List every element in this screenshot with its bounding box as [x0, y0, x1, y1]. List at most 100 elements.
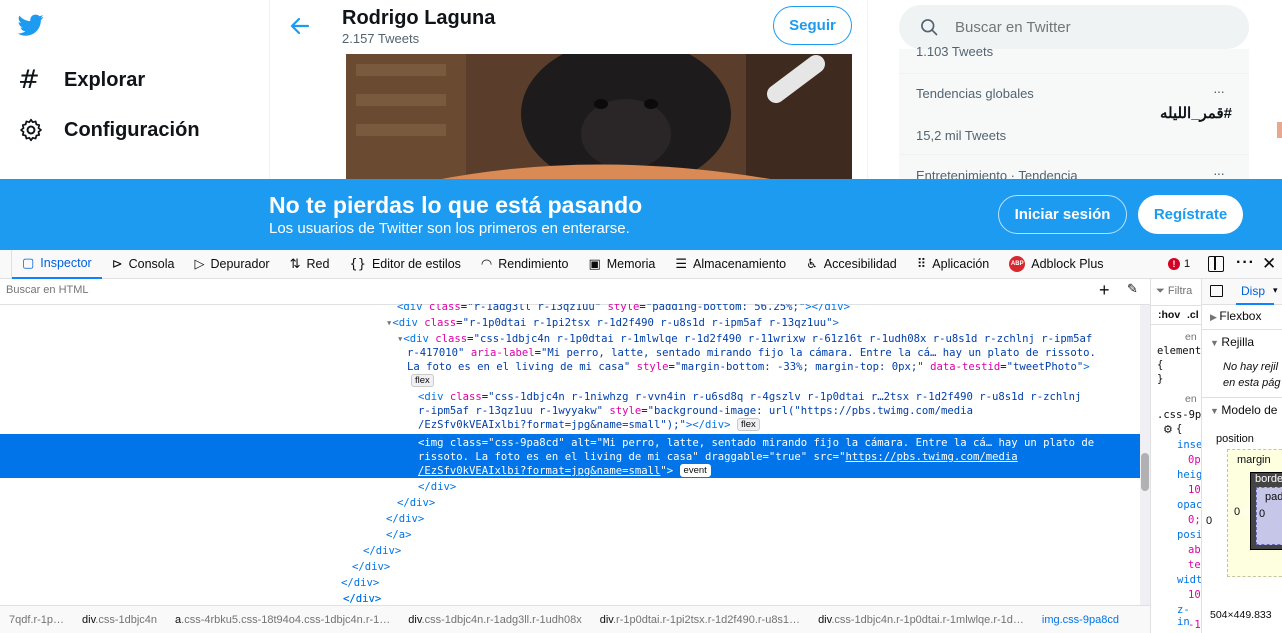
- cls-toggle[interactable]: .cl: [1187, 309, 1199, 321]
- box-position-left-value[interactable]: 0: [1206, 515, 1212, 527]
- tab-accessibility[interactable]: ♿ Accesibilidad: [796, 250, 907, 279]
- rule-settings-icon[interactable]: ⚙: [1163, 423, 1173, 436]
- box-padding-left-value[interactable]: 0: [1259, 508, 1265, 520]
- flex-badge[interactable]: flex: [736, 418, 760, 431]
- column-divider: [867, 0, 868, 180]
- scrollbar-thumb[interactable]: [1277, 122, 1282, 138]
- rule-prop[interactable]: inse: [1177, 439, 1201, 451]
- trend-name: #قمر_الليله: [1159, 105, 1232, 122]
- event-badge[interactable]: event: [679, 464, 711, 477]
- dock-icon[interactable]: [1208, 256, 1224, 272]
- tab-performance[interactable]: ◠ Rendimiento: [471, 250, 579, 279]
- nav-settings[interactable]: Configuración: [18, 116, 200, 144]
- breadcrumb-item[interactable]: 7qdf.r-1p…: [0, 614, 73, 626]
- breadcrumb-item[interactable]: div.css-1dbjc4n.r-1p0dtai.r-1mlwlqe.r-1d…: [809, 614, 1033, 626]
- app-window: # Explorar Configuración Rodrigo Laguna …: [0, 0, 1282, 633]
- chevron-down-icon[interactable]: ▾: [1273, 285, 1278, 296]
- add-node-icon[interactable]: +: [1099, 280, 1110, 301]
- gear-icon: [18, 117, 44, 143]
- tab-inspector[interactable]: ▢ Inspector: [12, 250, 102, 279]
- back-arrow-icon[interactable]: [288, 14, 312, 38]
- search-input[interactable]: [955, 18, 1235, 36]
- tab-network[interactable]: ⇅ Red: [280, 250, 340, 279]
- rule-value[interactable]: 10: [1188, 589, 1201, 601]
- rule-prop[interactable]: posi: [1177, 529, 1201, 541]
- box-margin-label: margin: [1237, 454, 1271, 466]
- tab-underline: [1236, 303, 1274, 305]
- code-line[interactable]: </div>: [363, 544, 401, 559]
- trend-item[interactable]: Tendencias globales ··· #قمر_الليله 15,2…: [899, 74, 1249, 144]
- rule-prop[interactable]: widt: [1177, 574, 1201, 586]
- filter-styles-field[interactable]: ⏷ Filtra: [1156, 285, 1192, 298]
- box-border-left-value[interactable]: 0: [1243, 507, 1249, 519]
- rule-value[interactable]: te: [1188, 559, 1201, 571]
- breadcrumb-item[interactable]: div.r-1p0dtai.r-1pi2tsx.r-1d2f490.r-u8s1…: [591, 614, 809, 626]
- box-margin-left-value[interactable]: 0: [1234, 506, 1240, 518]
- hov-toggle[interactable]: :hov: [1158, 309, 1180, 321]
- close-icon[interactable]: ✕: [1262, 254, 1276, 274]
- box-margin[interactable]: margin borde pad 0 0 0: [1227, 449, 1282, 577]
- box-padding[interactable]: pad 0: [1256, 487, 1282, 545]
- breadcrumb-item[interactable]: div.css-1dbjc4n.r-1adg3ll.r-1udh08x: [399, 614, 590, 626]
- code-line[interactable]: </div>: [418, 480, 456, 495]
- html-search-input[interactable]: [6, 284, 606, 296]
- flex-badge[interactable]: flex: [411, 374, 434, 387]
- html-search-bar: + ✎: [0, 279, 1150, 305]
- trend-more-icon[interactable]: ···: [1213, 83, 1225, 99]
- follow-button[interactable]: Seguir: [773, 6, 852, 45]
- profile-tweet-count: 2.157 Tweets: [342, 31, 420, 46]
- code-line[interactable]: <div class="r-1adg3ll r-13qz1uu" style="…: [397, 304, 850, 315]
- code-line[interactable]: </a>: [386, 528, 412, 543]
- nav-explore[interactable]: # Explorar: [18, 65, 145, 95]
- breadcrumb-item[interactable]: div.css-1dbjc4n: [73, 614, 166, 626]
- breadcrumb-item-active[interactable]: img.css-9pa8cd: [1033, 614, 1128, 626]
- eyedropper-icon[interactable]: ✎: [1127, 282, 1138, 297]
- code-line[interactable]: ▾<div class="r-1p0dtai r-1pi2tsx r-1d2f4…: [386, 316, 839, 331]
- tab-storage[interactable]: ☰ Almacenamiento: [665, 250, 796, 279]
- img-src-link[interactable]: https://pbs.twimg.com/media: [845, 451, 1017, 463]
- login-button[interactable]: Iniciar sesión: [998, 195, 1127, 234]
- box-model-section[interactable]: ▼ Modelo de: [1210, 403, 1277, 417]
- markup-scrollbar[interactable]: [1140, 305, 1150, 605]
- rule-brace: {: [1176, 423, 1183, 435]
- flexbox-section[interactable]: ▶ Flexbox: [1210, 309, 1261, 323]
- markup-scrollbar-thumb[interactable]: [1141, 453, 1149, 491]
- tab-memory[interactable]: ▣ Memoria: [578, 250, 665, 279]
- twitter-logo-icon[interactable]: [16, 12, 46, 40]
- box-position-label: position: [1216, 433, 1254, 445]
- code-line[interactable]: </div>: [343, 592, 381, 604]
- code-line[interactable]: </div>: [397, 496, 435, 511]
- pick-element-icon[interactable]: [0, 249, 12, 279]
- tab-application[interactable]: ⠿ Aplicación: [907, 250, 1000, 279]
- signup-button[interactable]: Regístrate: [1138, 195, 1243, 234]
- tab-layout[interactable]: Disp: [1241, 284, 1265, 298]
- rule-value[interactable]: 10: [1188, 484, 1201, 496]
- tab-debugger[interactable]: ▷ Depurador: [185, 250, 280, 279]
- rule-value[interactable]: 0;: [1188, 514, 1201, 526]
- tab-adblock-plus[interactable]: ABP Adblock Plus: [999, 250, 1113, 279]
- more-options-icon[interactable]: ···: [1236, 254, 1255, 272]
- rule-value[interactable]: 0p: [1188, 454, 1201, 466]
- code-line[interactable]: ▾<div class="css-1dbjc4n r-1p0dtai r-1ml…: [397, 332, 1092, 347]
- rule-prop[interactable]: opac: [1177, 499, 1201, 511]
- code-line[interactable]: </div>: [386, 512, 424, 527]
- error-indicator[interactable]: ! 1: [1168, 258, 1190, 270]
- profile-name: Rodrigo Laguna: [342, 7, 496, 29]
- tweet-photo[interactable]: [346, 54, 852, 180]
- rule-value[interactable]: ab: [1188, 544, 1201, 556]
- rule-value[interactable]: -1: [1188, 619, 1201, 631]
- img-src-link[interactable]: /EzSfv0kVEAIxlbi?format=jpg&name=small: [418, 465, 660, 477]
- tab-console[interactable]: ⊳ Consola: [102, 250, 185, 279]
- search-box[interactable]: [899, 5, 1249, 49]
- rule-prop[interactable]: heig: [1177, 469, 1201, 481]
- selected-node[interactable]: <img class="css-9pa8cd" alt="Mi perro, l…: [0, 434, 1140, 478]
- breadcrumb-item[interactable]: a.css-4rbku5.css-18t94o4.css-1dbjc4n.r-1…: [166, 614, 399, 626]
- box-border[interactable]: borde pad 0 0: [1243, 472, 1282, 550]
- code-line[interactable]: </div>: [341, 576, 379, 591]
- grid-section[interactable]: ▼ Rejilla: [1210, 335, 1254, 349]
- code-line[interactable]: <div class="css-1dbjc4n r-1niwhzg r-vvn4…: [418, 390, 1081, 405]
- sidebar-toggle-icon[interactable]: [1210, 285, 1223, 297]
- tab-style-editor[interactable]: {} Editor de estilos: [339, 250, 470, 279]
- twitter-page: # Explorar Configuración Rodrigo Laguna …: [0, 0, 1282, 183]
- code-line[interactable]: </div>: [352, 560, 390, 575]
